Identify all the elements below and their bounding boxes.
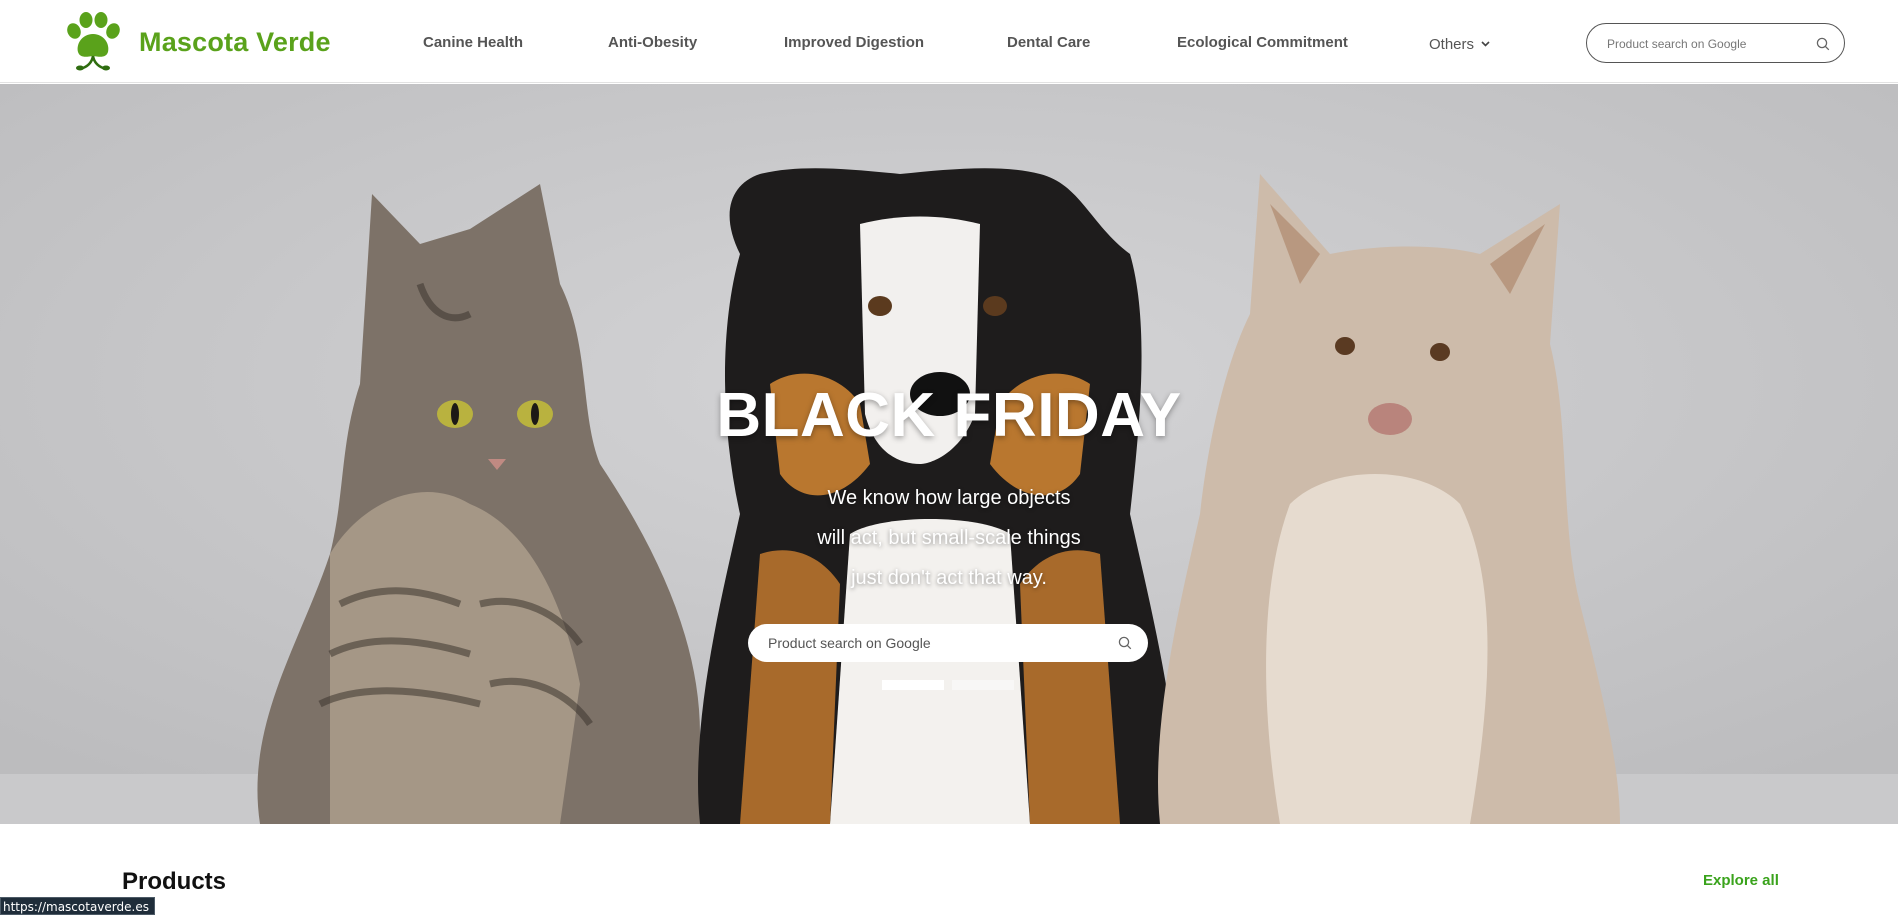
- brand-name[interactable]: Mascota Verde: [139, 27, 331, 58]
- nav-improved-digestion[interactable]: Improved Digestion: [784, 34, 924, 51]
- hero-subtitle-line-3: just don't act that way.: [851, 567, 1047, 589]
- nav-ecological-commitment[interactable]: Ecological Commitment: [1177, 34, 1348, 51]
- products-heading: Products: [122, 868, 227, 895]
- carousel-dot-1[interactable]: [882, 680, 944, 690]
- hero-search-box: [748, 624, 1148, 662]
- explore-all-link[interactable]: Explore all: [1703, 872, 1779, 889]
- hero-title: BLACK FRIDAY: [716, 381, 1182, 450]
- nav-canine-health[interactable]: Canine Health: [423, 34, 523, 51]
- header-search-input[interactable]: [1607, 34, 1807, 54]
- chevron-down-icon: [1481, 34, 1490, 51]
- hero-subtitle-line-2: will act, but small-scale things: [817, 527, 1081, 549]
- nav-others-label: Others: [1429, 36, 1475, 53]
- nav-others-dropdown[interactable]: Others: [1429, 34, 1490, 53]
- nav-anti-obesity[interactable]: Anti-Obesity: [608, 34, 697, 51]
- link-status-bar: https://mascotaverde.es: [0, 897, 155, 915]
- search-icon[interactable]: [1816, 37, 1830, 56]
- header-search-box: [1586, 23, 1845, 63]
- site-header: Mascota Verde Canine Health Anti-Obesity…: [0, 0, 1898, 83]
- nav-dental-care[interactable]: Dental Care: [1007, 34, 1090, 51]
- hero-subtitle-line-1: We know how large objects: [827, 487, 1071, 509]
- search-icon[interactable]: [1118, 636, 1132, 655]
- carousel-dot-2[interactable]: [952, 680, 1014, 690]
- hero-search-input[interactable]: [768, 633, 1088, 653]
- green-paw-icon[interactable]: [64, 12, 122, 74]
- hero-banner: BLACK FRIDAY We know how large objects w…: [0, 84, 1898, 824]
- cat-and-two-dogs-photo: [0, 84, 1898, 824]
